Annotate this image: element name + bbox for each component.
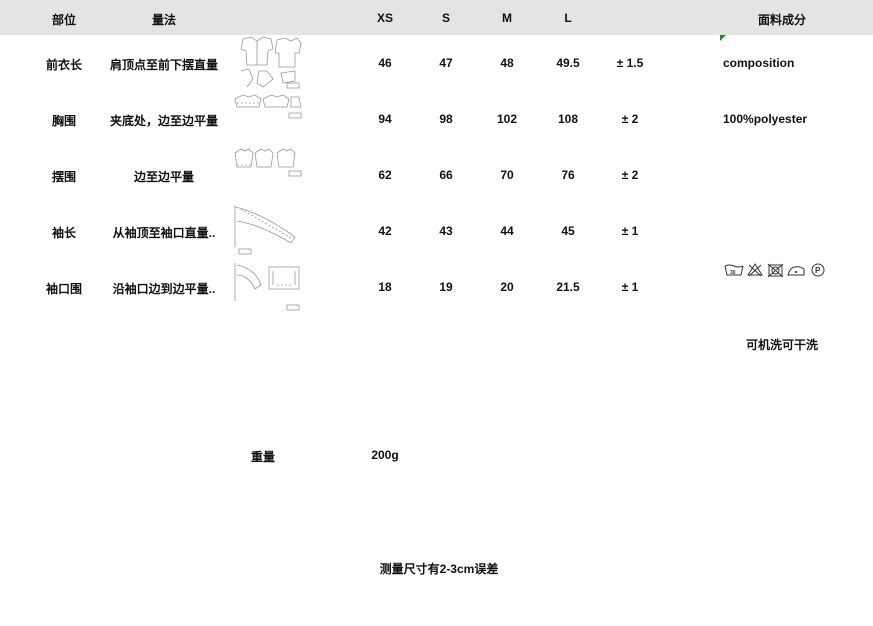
header-size-l: L (564, 11, 572, 25)
garment-sketch-length (240, 36, 302, 89)
composition-value: 100%polyester (723, 112, 808, 126)
garment-sketch-hem (234, 148, 302, 177)
no-bleach-icon (747, 263, 763, 277)
row-method: 从袖顶至袖口直量.. (112, 226, 216, 240)
svg-text:30: 30 (730, 270, 736, 276)
table-row: 胸围 夹底处，边至边平量 94 98 102 108 ± 2 100%polye… (0, 91, 873, 147)
row-size-s: 98 (439, 112, 453, 126)
table-header: 部位 量法 XS S M L 面料成分 (0, 0, 873, 35)
row-size-xs: 42 (378, 224, 392, 238)
table-row: 前衣长 肩顶点至前下摆直量 46 47 48 49.5 ± 1.5 compos… (0, 35, 873, 91)
row-tolerance: ± 1.5 (616, 56, 644, 70)
row-size-m: 70 (500, 168, 514, 182)
wash-30-icon: 30 (724, 264, 744, 276)
weight-label: 重量 (250, 450, 275, 464)
row-size-l: 108 (557, 112, 579, 126)
row-size-l: 45 (561, 224, 575, 238)
row-size-m: 44 (500, 224, 514, 238)
header-size-s: S (441, 11, 450, 25)
row-size-xs: 18 (378, 280, 392, 294)
care-symbols: 30 P (724, 263, 825, 278)
row-method: 边至边平量 (133, 170, 194, 184)
row-tolerance: ± 2 (621, 168, 639, 182)
row-size-s: 19 (439, 280, 453, 294)
row-size-m: 20 (500, 280, 514, 294)
row-tolerance: ± 1 (621, 280, 639, 294)
weight-value: 200g (371, 448, 399, 462)
measurement-note: 测量尺寸有2-3cm误差 (379, 562, 499, 576)
row-tolerance: ± 1 (621, 224, 639, 238)
row-method: 夹底处，边至边平量 (109, 114, 218, 128)
row-method: 肩顶点至前下摆直量 (109, 58, 218, 72)
row-part: 前衣长 (45, 58, 82, 72)
row-size-s: 66 (439, 168, 453, 182)
row-part: 胸围 (51, 114, 76, 128)
no-tumble-dry-icon (767, 263, 784, 278)
row-size-l: 76 (561, 168, 575, 182)
header-material: 面料成分 (757, 13, 806, 27)
row-method: 沿袖口边到边平量.. (112, 282, 216, 296)
row-size-l: 49.5 (556, 56, 580, 70)
garment-sketch-chest (234, 94, 302, 119)
row-part: 袖长 (51, 226, 76, 240)
svg-text:P: P (815, 266, 821, 275)
row-size-m: 48 (500, 56, 514, 70)
row-size-xs: 94 (378, 112, 392, 126)
header-size-m: M (502, 11, 512, 25)
row-part: 摆围 (51, 170, 76, 184)
garment-sketch-sleeve (234, 205, 296, 255)
row-size-l: 21.5 (556, 280, 580, 294)
row-size-s: 43 (439, 224, 453, 238)
table-row: 摆围 边至边平量 62 66 70 76 ± 2 (0, 147, 873, 203)
dry-clean-p-icon: P (811, 263, 825, 277)
row-tolerance: ± 2 (621, 112, 639, 126)
header-size-xs: XS (376, 11, 393, 25)
row-size-xs: 46 (378, 56, 392, 70)
row-size-xs: 62 (378, 168, 392, 182)
row-size-s: 47 (439, 56, 453, 70)
row-part: 袖口围 (45, 282, 82, 296)
care-text: 可机洗可干洗 (745, 338, 818, 352)
garment-sketch-cuff (234, 263, 300, 311)
header-method: 量法 (151, 13, 176, 27)
row-size-m: 102 (496, 112, 518, 126)
iron-low-icon (787, 266, 805, 276)
table-row: 袖长 从袖顶至袖口直量.. 42 43 44 45 ± 1 (0, 203, 873, 259)
header-part: 部位 (51, 13, 76, 27)
composition-label: composition (723, 56, 795, 70)
